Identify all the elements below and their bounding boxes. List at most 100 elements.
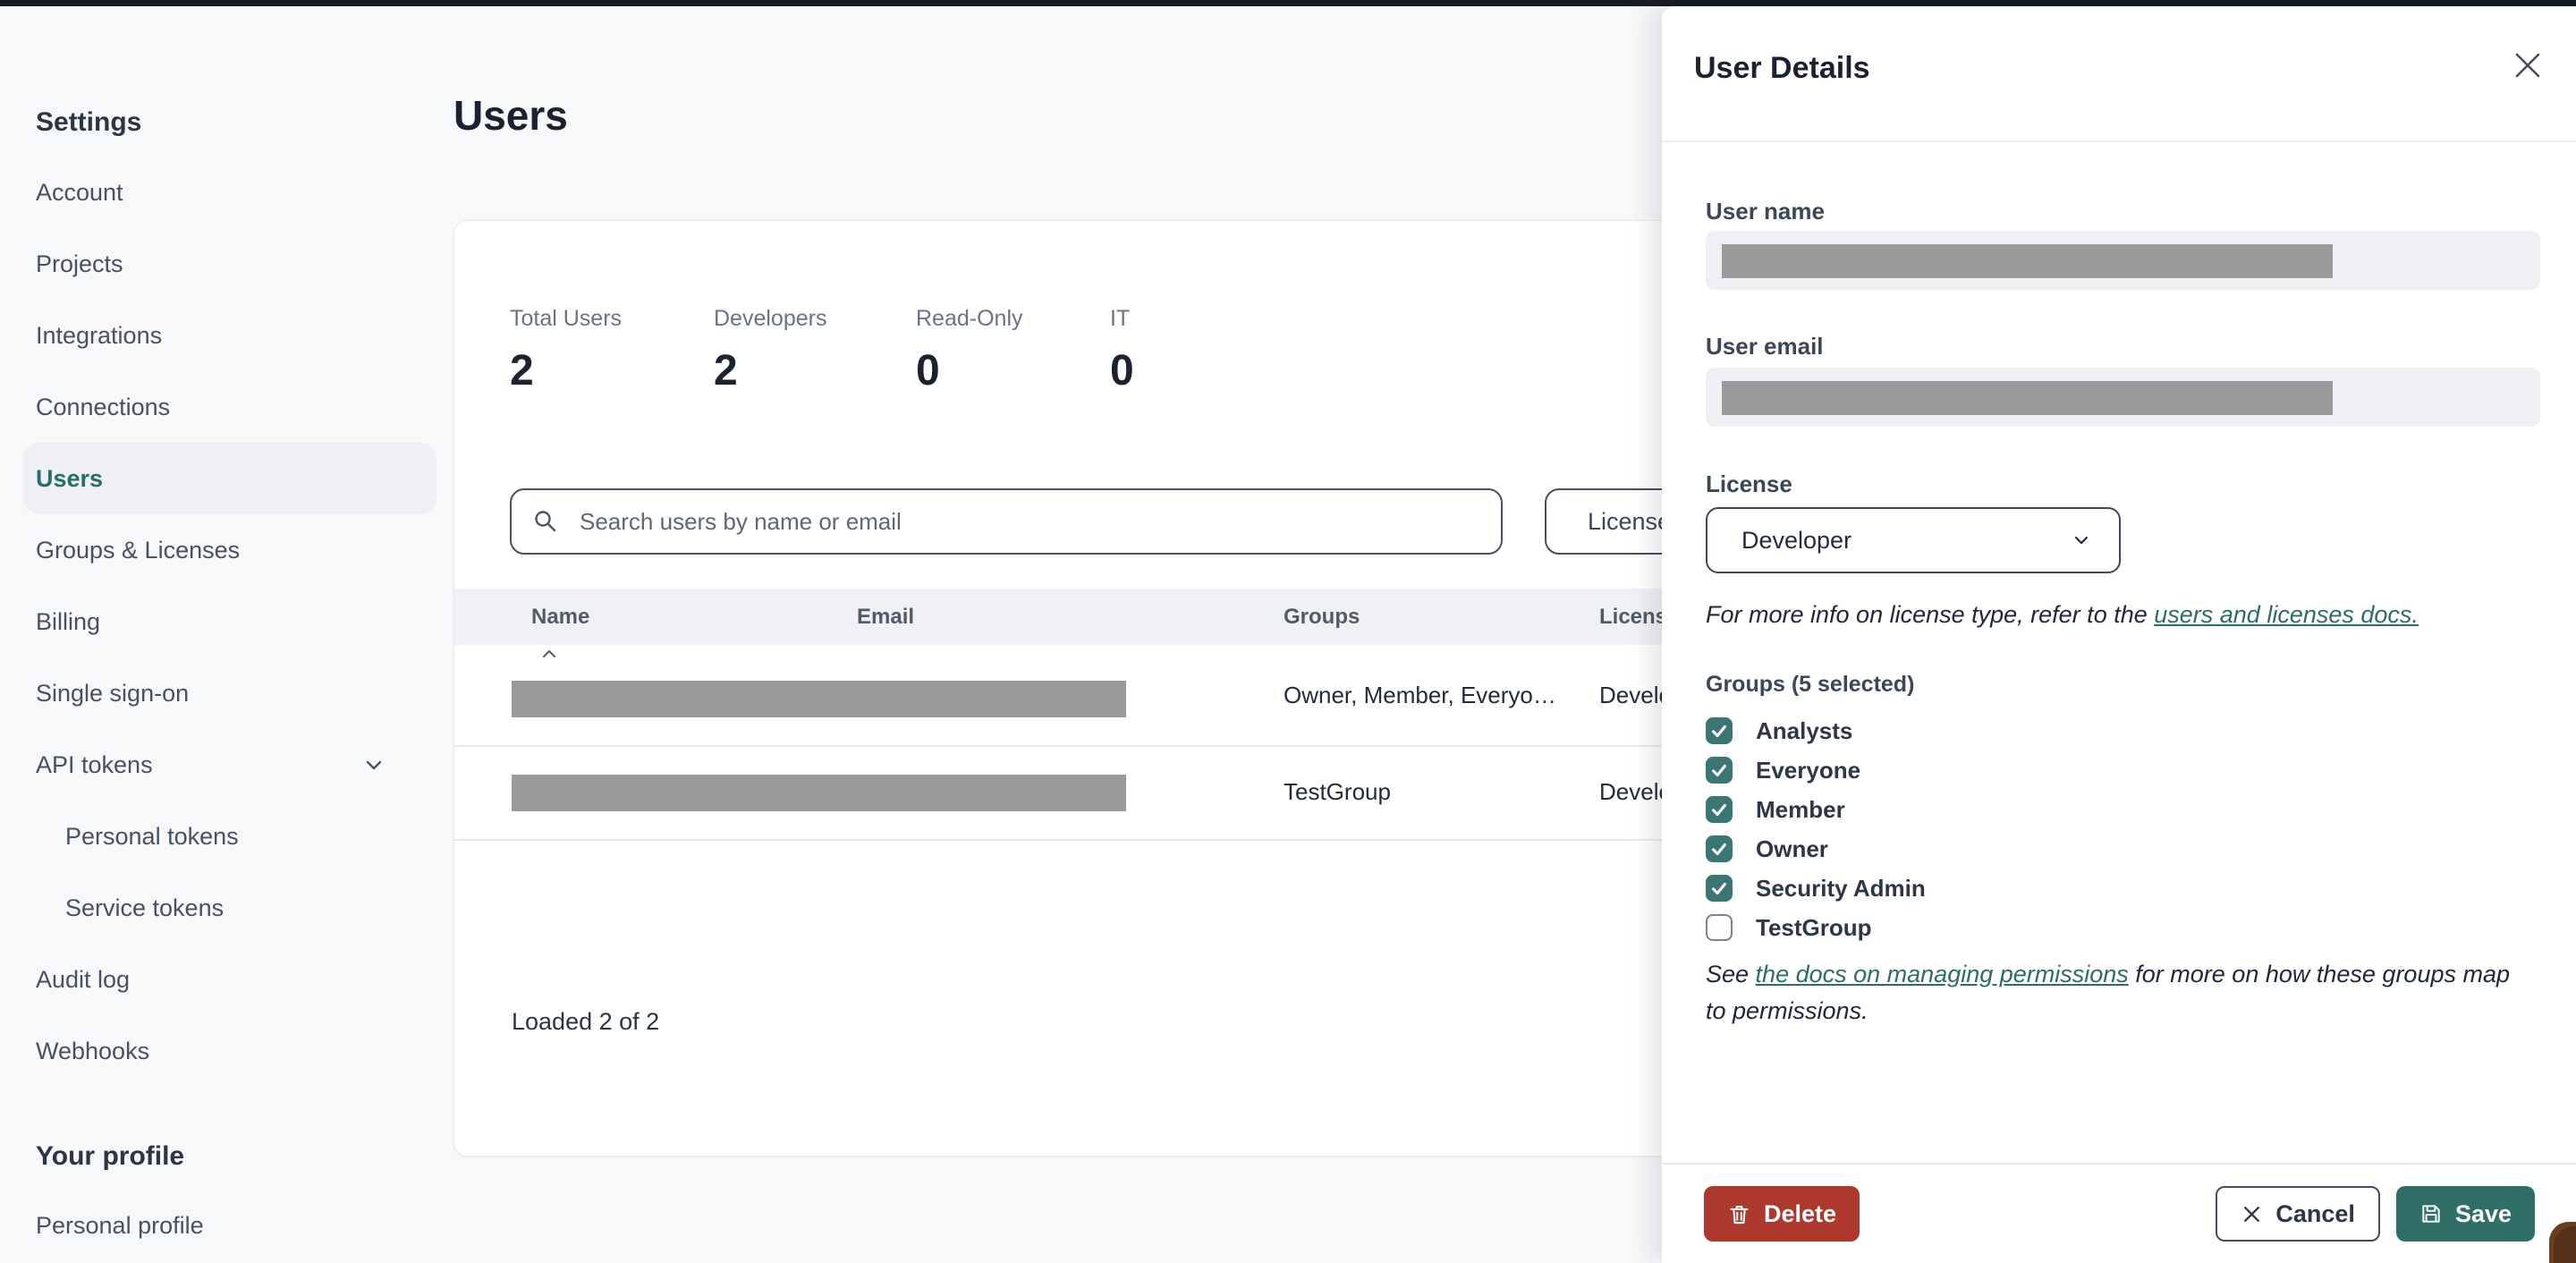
search-wrap: [510, 488, 1503, 555]
checkbox-unchecked-icon[interactable]: [1706, 914, 1733, 941]
user-email-label: User email: [1706, 333, 1824, 360]
managing-permissions-docs-link[interactable]: the docs on managing permissions: [1756, 961, 2129, 988]
group-option-everyone[interactable]: Everyone: [1706, 750, 2540, 790]
user-name-label: User name: [1706, 198, 1825, 225]
sidebar-item-users[interactable]: Users: [23, 443, 436, 514]
sidebar-item-label: Audit log: [36, 965, 131, 993]
group-option-label: Owner: [1756, 835, 1828, 862]
table-row[interactable]: TestGroup Developer: [454, 745, 1850, 841]
users-and-licenses-docs-link[interactable]: users and licenses docs.: [2154, 601, 2419, 628]
sidebar-item-billing[interactable]: Billing: [23, 586, 436, 657]
sidebar-item-webhooks[interactable]: Webhooks: [23, 1015, 436, 1087]
checkbox-checked-icon[interactable]: [1706, 717, 1733, 744]
cancel-button-label: Cancel: [2275, 1199, 2355, 1227]
app-root: Settings Account Projects Integrations Conn…: [0, 0, 2576, 1263]
sidebar-item-api-tokens[interactable]: API tokens: [23, 729, 436, 801]
group-checkbox-list: Analysts Everyone Member Owner Security Admi…: [1706, 711, 2540, 947]
sidebar-item-projects[interactable]: Projects: [23, 228, 436, 300]
group-option-analysts[interactable]: Analysts: [1706, 711, 2540, 750]
user-details-drawer: User Details User name User email Licens…: [1662, 6, 2576, 1263]
checkbox-checked-icon[interactable]: [1706, 835, 1733, 862]
table-row[interactable]: Owner, Member, Everyo… Developer: [454, 645, 1850, 747]
drawer-footer: Delete Cancel Save: [1662, 1163, 2576, 1263]
stat-value: 0: [1110, 347, 1134, 394]
user-name-field[interactable]: [1706, 231, 2540, 290]
sidebar-item-label: API tokens: [36, 750, 153, 778]
user-email-field[interactable]: [1706, 368, 2540, 427]
group-option-label: Member: [1756, 795, 1845, 823]
license-select[interactable]: Developer: [1706, 507, 2121, 573]
sidebar-item-service-tokens[interactable]: Service tokens: [23, 872, 436, 944]
redacted-name-email: [512, 775, 1126, 811]
sidebar-item-label: Personal tokens: [65, 822, 239, 850]
loaded-count: Loaded 2 of 2: [512, 1008, 660, 1035]
group-option-owner[interactable]: Owner: [1706, 829, 2540, 869]
sidebar-item-integrations[interactable]: Integrations: [23, 300, 436, 371]
close-icon[interactable]: [2510, 47, 2546, 83]
stat-label: Total Users: [510, 306, 623, 331]
settings-sidebar: Settings Account Projects Integrations Conn…: [23, 0, 436, 1263]
license-note: For more info on license type, refer to …: [1706, 597, 2520, 633]
permissions-note-prefix: See: [1706, 961, 1756, 988]
delete-button[interactable]: Delete: [1704, 1186, 1860, 1242]
cell-groups: TestGroup: [1284, 778, 1391, 805]
column-header-email[interactable]: Email: [857, 589, 914, 645]
group-option-security-admin[interactable]: Security Admin: [1706, 869, 2540, 908]
chevron-down-icon: [366, 760, 382, 770]
stat-label: Read-Only: [916, 306, 1023, 331]
sidebar-item-personal-profile[interactable]: Personal profile: [23, 1199, 436, 1252]
sidebar-item-label: Connections: [36, 393, 171, 420]
sidebar-item-label: Integrations: [36, 321, 163, 349]
stat-value: 2: [510, 347, 534, 394]
table-header-row: Name Email Groups License: [454, 589, 1850, 657]
corner-widget[interactable]: [2549, 1222, 2576, 1263]
sidebar-profile-list: Personal profile: [23, 1199, 436, 1252]
drawer-title: User Details: [1694, 51, 1870, 85]
group-option-member[interactable]: Member: [1706, 790, 2540, 829]
license-selected-value: Developer: [1741, 526, 1852, 554]
sidebar-item-label: Webhooks: [36, 1037, 150, 1064]
cancel-button[interactable]: Cancel: [2216, 1186, 2380, 1242]
sidebar-item-groups-licenses[interactable]: Groups & Licenses: [23, 514, 436, 586]
stat-label: Developers: [714, 306, 827, 331]
license-label: License: [1706, 470, 1792, 497]
save-button-label: Save: [2454, 1199, 2512, 1227]
redacted-user-name: [1722, 244, 2333, 278]
top-navigation-bar: [0, 0, 2576, 6]
delete-button-label: Delete: [1764, 1199, 1837, 1227]
column-header-groups[interactable]: Groups: [1284, 589, 1360, 645]
sidebar-item-label: Billing: [36, 607, 101, 635]
drawer-header-divider: [1662, 140, 2576, 142]
save-button[interactable]: Save: [2395, 1186, 2535, 1242]
group-option-label: Everyone: [1756, 756, 1861, 784]
stat-label: IT: [1110, 306, 1131, 331]
page-title: Users: [453, 92, 568, 139]
sidebar-item-label: Users: [36, 464, 104, 492]
sidebar-item-personal-tokens[interactable]: Personal tokens: [23, 801, 436, 872]
sidebar-settings-header: Settings: [36, 107, 142, 137]
sidebar-item-account[interactable]: Account: [23, 157, 436, 228]
trash-icon: [1730, 1205, 1749, 1224]
sidebar-item-connections[interactable]: Connections: [23, 371, 436, 443]
x-icon: [2244, 1206, 2260, 1222]
sidebar-item-audit-log[interactable]: Audit log: [23, 944, 436, 1015]
sidebar-item-label: Service tokens: [65, 894, 225, 921]
license-note-text: For more info on license type, refer to …: [1706, 601, 2155, 628]
checkbox-checked-icon[interactable]: [1706, 796, 1733, 823]
sidebar-nav-list: Account Projects Integrations Connections Us…: [23, 157, 436, 1087]
groups-label: Groups (5 selected): [1706, 672, 1915, 697]
save-icon: [2422, 1205, 2440, 1223]
checkbox-checked-icon[interactable]: [1706, 757, 1733, 784]
stat-value: 0: [916, 347, 940, 394]
sidebar-item-label: Account: [36, 178, 123, 206]
sidebar-item-single-sign-on[interactable]: Single sign-on: [23, 657, 436, 729]
group-option-label: Security Admin: [1756, 874, 1926, 902]
chevron-down-icon: [2074, 536, 2089, 545]
checkbox-checked-icon[interactable]: [1706, 875, 1733, 902]
search-input[interactable]: [510, 488, 1503, 555]
group-option-testgroup[interactable]: TestGroup: [1706, 908, 2540, 947]
redacted-name-email: [512, 681, 1126, 717]
redacted-user-email: [1722, 381, 2333, 415]
cell-groups: Owner, Member, Everyo…: [1284, 682, 1556, 708]
sidebar-profile-header: Your profile: [36, 1141, 185, 1171]
